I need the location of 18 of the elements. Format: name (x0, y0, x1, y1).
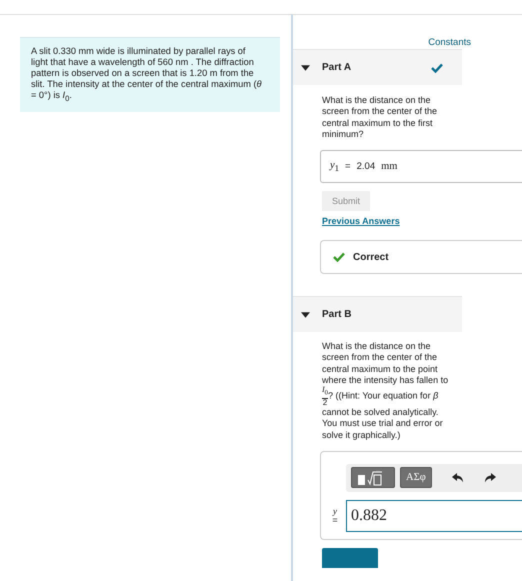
checkmark-icon (333, 252, 345, 262)
question-text: What is the distance on the screen from the center of the central maximum to the first minimum? (322, 95, 438, 140)
symbols-button[interactable]: ΑΣφ (400, 467, 432, 488)
redo-icon[interactable] (484, 472, 496, 483)
part-header[interactable]: Part B (293, 296, 462, 332)
answer-input[interactable]: 0.882 (346, 500, 522, 532)
previous-answers-link[interactable]: Previous Answers (322, 216, 400, 226)
part-title: Part A (322, 62, 352, 73)
constants-link[interactable]: Constants (428, 37, 471, 48)
variable-label: y = (331, 506, 339, 525)
feedback-text: Correct (353, 252, 389, 263)
part-title: Part B (322, 309, 352, 320)
templates-button[interactable] (351, 467, 395, 488)
part-header[interactable]: Part A (293, 49, 462, 85)
answer-display: y$_{1}$ = 2.04 mm (320, 150, 522, 184)
submit-button[interactable] (322, 548, 378, 568)
problem-text: A slit 0.330 mm wide is illuminated by parallel rays of light that have a wavelength of 560 nm . The diffraction pattern is observed on a screen that is 1.20 m from the slit. The intensity at the center of the central maximum (θ = 0°) is I$_{0}$. (31, 46, 263, 104)
undo-icon[interactable] (452, 472, 464, 483)
